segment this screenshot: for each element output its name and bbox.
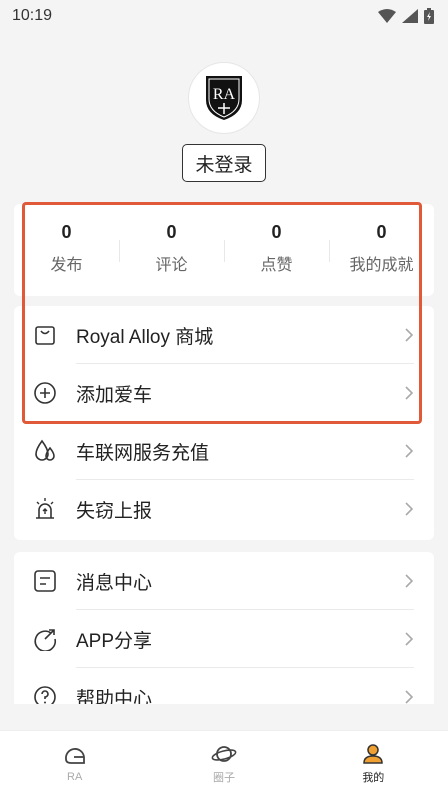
stat-label: 发布: [50, 256, 83, 274]
chevron-right-icon: [405, 444, 414, 458]
status-time: 10:19: [12, 7, 53, 24]
avatar[interactable]: RA: [188, 62, 260, 134]
menu-label: APP分享: [76, 630, 153, 652]
help-icon: [32, 684, 58, 704]
status-bar: 10:19: [0, 0, 448, 32]
menu-item-add-vehicle[interactable]: 添加爱车: [14, 364, 434, 422]
chevron-right-icon: [405, 328, 414, 342]
planet-icon: [211, 745, 237, 762]
menu-item-messages[interactable]: 消息中心: [14, 552, 434, 610]
tab-ra[interactable]: RA: [0, 731, 149, 796]
chevron-right-icon: [405, 632, 414, 646]
stat-label: 我的成就: [349, 256, 414, 274]
chevron-right-icon: [405, 690, 414, 704]
chevron-right-icon: [405, 502, 414, 516]
user-icon: [363, 743, 384, 764]
stats-card: 0 发布 0 评论 0 点赞 0 我的成就: [14, 204, 434, 296]
chevron-right-icon: [405, 574, 414, 588]
share-icon: [32, 626, 58, 652]
profile-page: 10:19 RA 未登录 0 发布 0 评论 0 点赞 0 我的成就 Royal…: [0, 0, 448, 796]
menu-group-services: Royal Alloy 商城 添加爱车 车联网服务充值 失窃上报: [14, 306, 434, 540]
wifi-icon: [378, 9, 396, 23]
menu-label: 失窃上报: [76, 500, 153, 522]
stat-achievements[interactable]: 0 我的成就: [329, 204, 434, 296]
stat-value: 0: [271, 221, 282, 242]
stat-label: 评论: [155, 256, 188, 274]
tab-circle[interactable]: 圈子: [149, 731, 298, 796]
chevron-right-icon: [405, 386, 414, 400]
menu-item-help[interactable]: 帮助中心: [14, 668, 434, 704]
avatar-logo-text: RA: [213, 86, 236, 103]
menu-label: Royal Alloy 商城: [76, 326, 214, 348]
stat-comments[interactable]: 0 评论: [119, 204, 224, 296]
bottom-tab-bar: RA 圈子 我的: [0, 730, 448, 796]
battery-icon: [424, 8, 434, 24]
alarm-icon: [32, 496, 58, 522]
menu-label: 车联网服务充值: [76, 442, 210, 464]
tab-mine[interactable]: 我的: [299, 731, 448, 796]
message-icon: [32, 568, 58, 594]
stat-posts[interactable]: 0 发布: [14, 204, 119, 296]
shopping-bag-icon: [32, 322, 58, 348]
tab-label: RA: [67, 770, 83, 783]
menu-label: 消息中心: [76, 572, 153, 594]
menu-label: 添加爱车: [76, 384, 153, 406]
menu-group-general: 消息中心 APP分享 帮助中心: [14, 552, 434, 704]
stat-value: 0: [61, 221, 72, 242]
add-circle-icon: [32, 380, 58, 406]
login-button[interactable]: 未登录: [182, 144, 266, 182]
menu-item-shop[interactable]: Royal Alloy 商城: [14, 306, 434, 364]
drops-icon: [32, 438, 58, 464]
menu-item-share-app[interactable]: APP分享: [14, 610, 434, 668]
menu-item-recharge[interactable]: 车联网服务充值: [14, 422, 434, 480]
stat-value: 0: [376, 221, 387, 242]
menu-label: 帮助中心: [76, 688, 153, 705]
status-icons: [378, 8, 434, 24]
stat-likes[interactable]: 0 点赞: [224, 204, 329, 296]
menu-item-theft-report[interactable]: 失窃上报: [14, 480, 434, 538]
ra-logo-icon: RA: [206, 76, 242, 120]
stat-value: 0: [166, 221, 177, 242]
tab-label: 我的: [362, 771, 385, 784]
signal-icon: [402, 9, 418, 23]
helmet-icon: [64, 747, 85, 764]
tab-label: 圈子: [212, 771, 235, 784]
stat-label: 点赞: [260, 256, 293, 274]
